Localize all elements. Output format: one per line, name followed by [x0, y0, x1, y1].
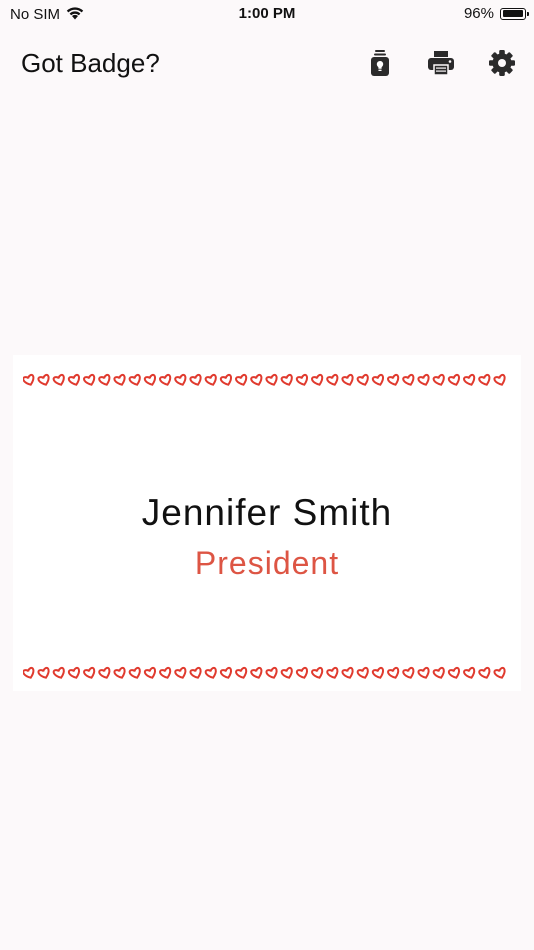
- heart-border-bottom: [23, 664, 511, 682]
- heart-icon: [204, 373, 217, 386]
- heart-icon: [295, 666, 308, 679]
- heart-icon: [478, 373, 491, 386]
- battery-icon: [500, 7, 529, 20]
- heart-icon: [280, 666, 293, 679]
- heart-icon: [159, 373, 172, 386]
- heart-icon: [311, 373, 324, 386]
- badge-holder-button[interactable]: [365, 48, 395, 78]
- heart-icon: [447, 373, 460, 386]
- heart-icon: [98, 373, 111, 386]
- heart-icon: [341, 373, 354, 386]
- heart-icon: [98, 666, 111, 679]
- heart-icon: [356, 373, 369, 386]
- heart-icon: [493, 666, 506, 679]
- heart-icon: [23, 373, 35, 386]
- badge-title: President: [194, 545, 340, 581]
- heart-icon: [417, 666, 430, 679]
- heart-icon: [250, 666, 263, 679]
- badge-card[interactable]: Jennifer Smith President: [13, 355, 521, 691]
- heart-icon: [52, 373, 65, 386]
- heart-icon: [67, 666, 80, 679]
- heart-icon: [235, 666, 248, 679]
- heart-icon: [417, 373, 430, 386]
- heart-icon: [463, 373, 476, 386]
- heart-icon: [83, 373, 96, 386]
- heart-icon: [23, 666, 35, 679]
- heart-border-top: [23, 371, 511, 389]
- heart-icon: [204, 666, 217, 679]
- heart-icon: [174, 373, 187, 386]
- heart-icon: [83, 666, 96, 679]
- battery-fill: [502, 10, 523, 17]
- heart-icon: [235, 373, 248, 386]
- heart-icon: [311, 666, 324, 679]
- heart-icon: [37, 666, 50, 679]
- heart-icon: [143, 373, 156, 386]
- heart-icon: [387, 666, 400, 679]
- heart-icon: [387, 373, 400, 386]
- gear-icon: [489, 50, 515, 76]
- heart-icon: [189, 373, 202, 386]
- badge-holder-icon: [371, 50, 389, 76]
- heart-icon: [356, 666, 369, 679]
- heart-icon: [189, 666, 202, 679]
- print-button[interactable]: [426, 48, 456, 78]
- status-right: 96%: [463, 5, 529, 22]
- heart-icon: [113, 373, 126, 386]
- battery-percent: 96%: [463, 5, 494, 22]
- heart-icon: [37, 373, 50, 386]
- heart-icon: [402, 373, 415, 386]
- heart-icon: [128, 666, 141, 679]
- status-time: 1:00 PM: [238, 5, 296, 22]
- heart-icon: [159, 666, 172, 679]
- heart-icon: [250, 373, 263, 386]
- printer-icon: [428, 51, 454, 76]
- settings-button[interactable]: [487, 48, 517, 78]
- heart-icon: [447, 666, 460, 679]
- heart-icon: [52, 666, 65, 679]
- heart-icon: [23, 666, 506, 679]
- heart-icon: [463, 666, 476, 679]
- heart-icon: [128, 373, 141, 386]
- badge-name: Jennifer Smith: [141, 492, 393, 533]
- heart-icon: [23, 373, 506, 386]
- heart-icon: [432, 373, 445, 386]
- heart-icon: [219, 373, 232, 386]
- heart-icon: [113, 666, 126, 679]
- heart-icon: [219, 666, 232, 679]
- heart-icon: [265, 666, 278, 679]
- heart-icon: [371, 666, 384, 679]
- heart-icon: [493, 373, 506, 386]
- heart-icon: [265, 373, 278, 386]
- heart-icon: [174, 666, 187, 679]
- heart-icon: [295, 373, 308, 386]
- heart-icon: [371, 373, 384, 386]
- nav-bar: Got Badge?: [0, 40, 534, 88]
- heart-icon: [341, 666, 354, 679]
- heart-icon: [402, 666, 415, 679]
- heart-icon: [326, 373, 339, 386]
- heart-icon: [478, 666, 491, 679]
- status-bar: No SIM 1:00 PM 96%: [0, 0, 534, 28]
- heart-icon: [326, 666, 339, 679]
- heart-icon: [280, 373, 293, 386]
- app-title: Got Badge?: [21, 48, 160, 78]
- heart-icon: [432, 666, 445, 679]
- heart-icon: [67, 373, 80, 386]
- heart-icon: [143, 666, 156, 679]
- battery-cap: [527, 11, 529, 16]
